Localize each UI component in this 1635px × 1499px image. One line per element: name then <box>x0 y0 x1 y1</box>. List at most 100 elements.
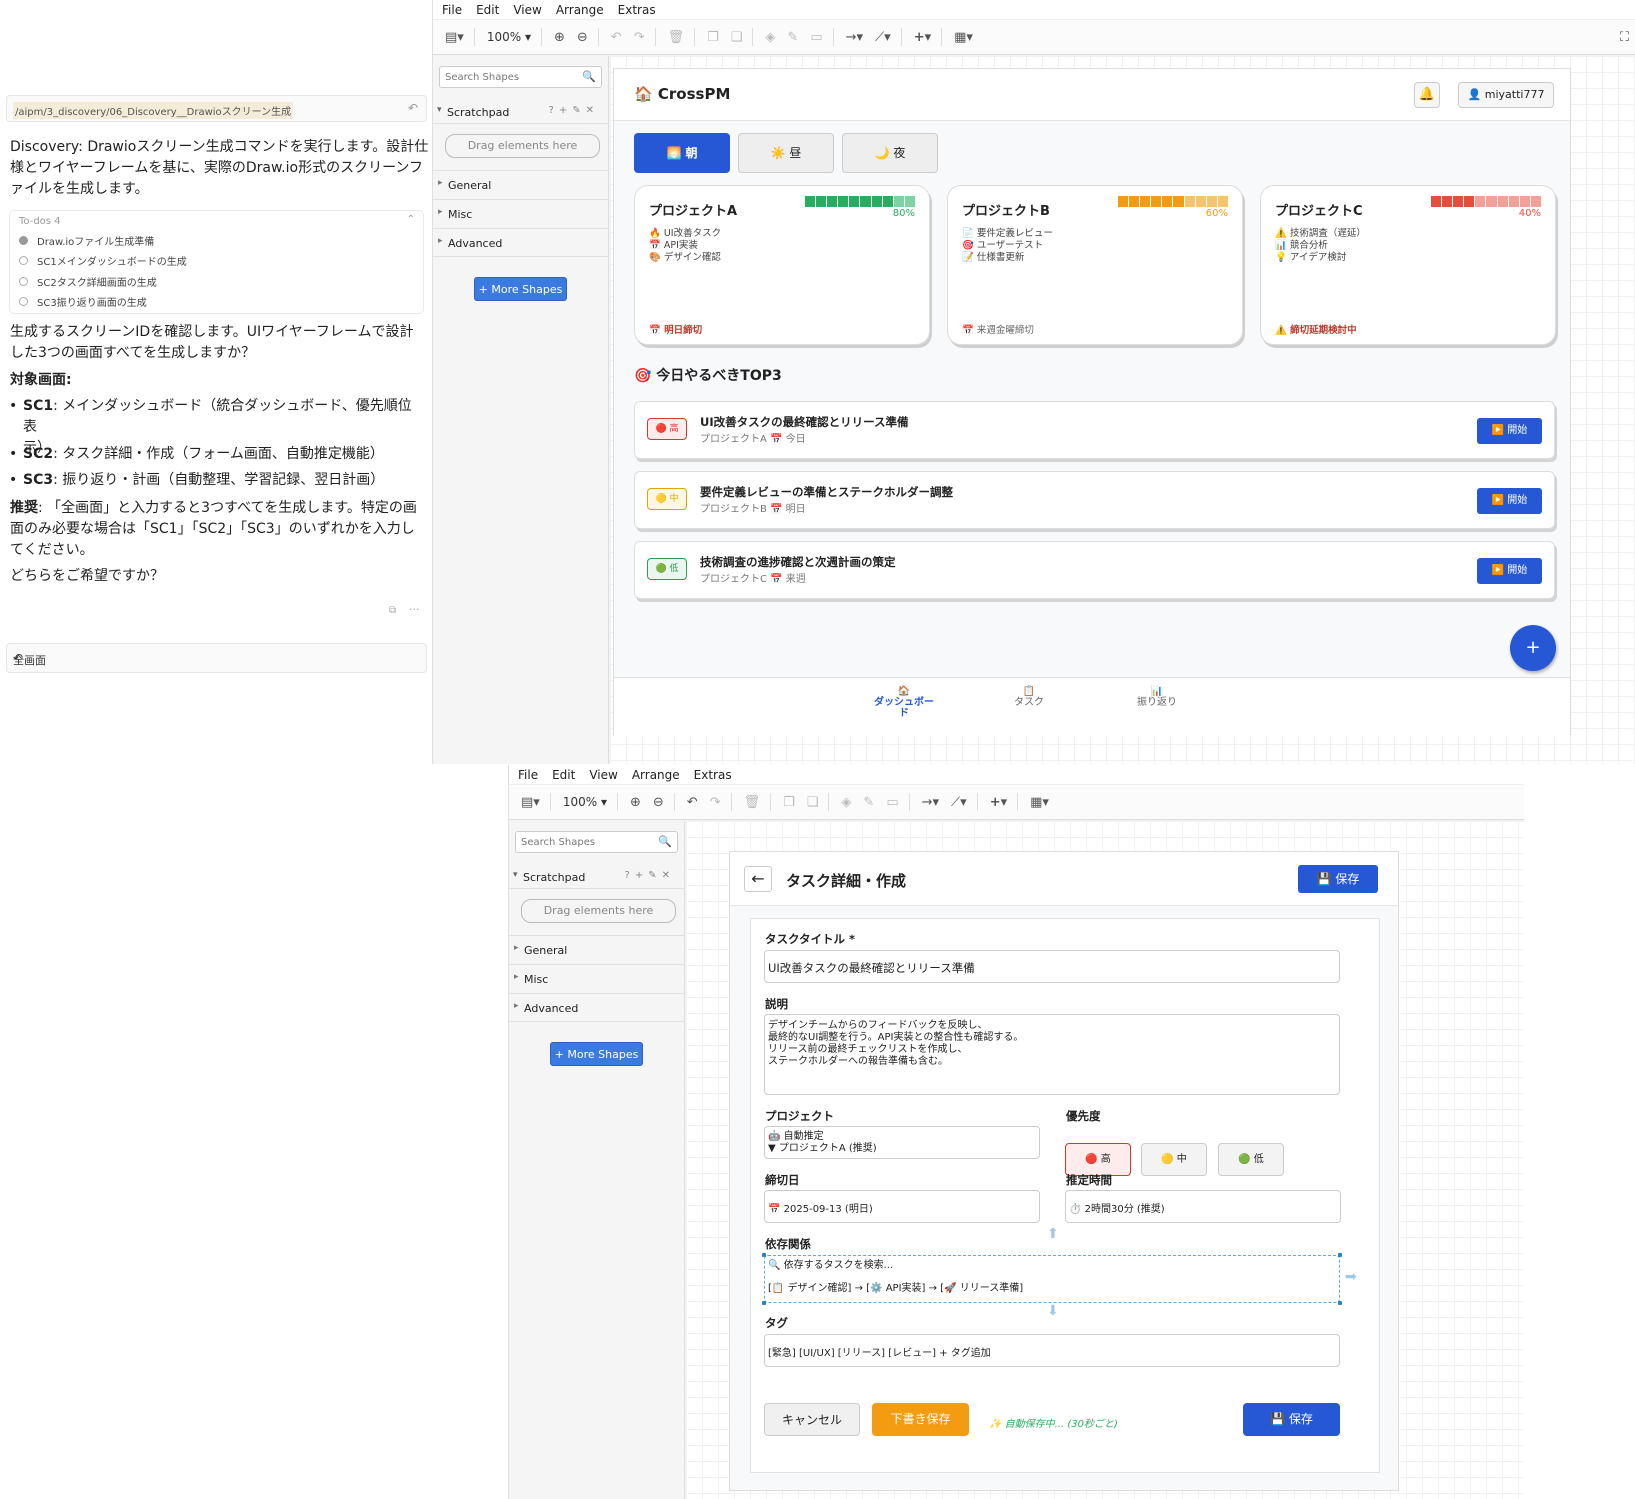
estimate-input[interactable]: ⏱️ 2時間30分 (推奨) <box>1065 1190 1341 1223</box>
redo-icon[interactable]: ↷ <box>634 30 645 45</box>
scratchpad-actions-icon[interactable]: ?+✎✕ <box>625 870 675 881</box>
undo-icon[interactable]: ↶ <box>408 101 418 115</box>
line-color-icon[interactable]: ✎ <box>863 795 874 810</box>
arrow-up-icon[interactable]: ⬆ <box>1047 1226 1059 1242</box>
waypoints-icon[interactable]: ⟋▾ <box>875 30 891 45</box>
zoom-out-icon[interactable]: ⊖ <box>653 795 664 810</box>
zoom-select[interactable]: 100% ▾ <box>563 795 607 809</box>
section-advanced[interactable]: Advanced <box>509 993 685 1022</box>
fullscreen-icon[interactable]: ⛶ <box>1620 30 1629 45</box>
redo-icon[interactable]: ↷ <box>710 795 721 810</box>
canvas[interactable]: ← タスク詳細・作成 💾 保存 タスクタイトル * UI改善タスクの最終確認とリ… <box>686 821 1524 1499</box>
selection-handle[interactable] <box>762 1301 766 1305</box>
add-fab-button[interactable]: + <box>1510 625 1556 671</box>
insert-icon[interactable]: +▾ <box>990 795 1007 810</box>
due-date-input[interactable]: 📅 2025-09-13 (明日) <box>764 1190 1040 1223</box>
title-input[interactable]: UI改善タスクの最終確認とリリース準備 <box>764 950 1340 983</box>
cancel-button[interactable]: キャンセル <box>764 1403 860 1436</box>
menu-arrange[interactable]: Arrange <box>632 768 680 782</box>
menu-extras[interactable]: Extras <box>618 3 656 17</box>
menu-view[interactable]: View <box>513 3 541 17</box>
tags-input[interactable]: [緊急] [UI/UX] [リリース] [レビュー] + タグ追加 <box>764 1334 1340 1367</box>
format-panel-icon[interactable]: ▤▾ <box>445 30 464 45</box>
copy-icon[interactable]: ⧉ <box>389 605 396 616</box>
command-path-box[interactable]: /aipm/3_discovery/06_Discovery__Drawioスク… <box>6 95 427 122</box>
arrow-right-icon[interactable]: ➡ <box>1345 1269 1357 1285</box>
selection-handle[interactable] <box>1338 1253 1342 1257</box>
to-back-icon[interactable]: ❏ <box>807 795 819 810</box>
to-front-icon[interactable]: ❐ <box>707 30 719 45</box>
more-icon[interactable]: ··· <box>409 603 420 616</box>
dependency-box[interactable]: 🔍 依存するタスクを検索... [📋 デザイン確認] → [⚙️ API実装] →… <box>764 1255 1340 1303</box>
section-general[interactable]: General <box>509 935 685 964</box>
undo-icon[interactable]: ↶ <box>687 795 698 810</box>
tab-noon[interactable]: ☀️ 昼 <box>738 133 834 173</box>
chevron-icon[interactable]: ⌃ <box>407 214 415 225</box>
delete-icon[interactable]: 🗑 <box>744 795 761 810</box>
start-button[interactable]: ▶️ 開始 <box>1477 418 1542 444</box>
zoom-in-icon[interactable]: ⊕ <box>630 795 641 810</box>
section-misc[interactable]: Misc <box>509 964 685 993</box>
selection-handle[interactable] <box>1338 1301 1342 1305</box>
tab-morning[interactable]: 🌅 朝 <box>634 133 730 173</box>
start-button[interactable]: ▶️ 開始 <box>1477 488 1542 514</box>
section-misc[interactable]: Misc <box>433 199 609 228</box>
project-card[interactable]: プロジェクトB 60% 📄 要件定義レビュー 🎯 ユーザーテスト 📝 仕様書更新 📅… <box>947 185 1243 345</box>
table-icon[interactable]: ▦▾ <box>954 30 973 45</box>
menu-edit[interactable]: Edit <box>552 768 575 782</box>
menu-view[interactable]: View <box>589 768 617 782</box>
tab-night[interactable]: 🌙 夜 <box>842 133 938 173</box>
priority-mid-button[interactable]: 🟡 中 <box>1141 1143 1207 1176</box>
bell-icon[interactable]: 🔔 <box>1414 82 1440 108</box>
line-color-icon[interactable]: ✎ <box>787 30 798 45</box>
insert-icon[interactable]: +▾ <box>914 30 931 45</box>
start-button[interactable]: ▶️ 開始 <box>1477 558 1542 584</box>
save-button-bottom[interactable]: 💾 保存 <box>1243 1403 1340 1436</box>
task-row[interactable]: 🟢 低 技術調査の進捗確認と次週計画の策定 プロジェクトC 📅 来週 ▶️ 開始 <box>634 541 1555 599</box>
undo-icon[interactable]: ↶ <box>611 30 622 45</box>
user-button[interactable]: 👤 miyatti777 <box>1458 82 1554 108</box>
task-row[interactable]: 🔴 高 UI改善タスクの最終確認とリリース準備 プロジェクトA 📅 今日 ▶️ … <box>634 401 1555 459</box>
menu-arrange[interactable]: Arrange <box>556 3 604 17</box>
draft-save-button[interactable]: 下書き保存 <box>872 1403 969 1436</box>
zoom-out-icon[interactable]: ⊖ <box>577 30 588 45</box>
nav-review[interactable]: 📊 振り返り <box>1122 686 1192 708</box>
menu-extras[interactable]: Extras <box>694 768 732 782</box>
fill-color-icon[interactable]: ◈ <box>841 795 851 810</box>
arrow-down-icon[interactable]: ⬇ <box>1047 1303 1059 1319</box>
search-shapes-input[interactable]: Search Shapes 🔍 <box>439 66 602 88</box>
menu-edit[interactable]: Edit <box>476 3 499 17</box>
priority-low-button[interactable]: 🟢 低 <box>1218 1143 1284 1176</box>
to-back-icon[interactable]: ❏ <box>731 30 743 45</box>
project-card[interactable]: プロジェクトA 80% 🔥 UI改善タスク 📅 API実装 🎨 デザイン確認 📅 明… <box>634 185 930 345</box>
drag-elements-area[interactable]: Drag elements here <box>445 134 600 158</box>
chat-input[interactable]: 全画面 ↶ <box>6 643 427 673</box>
selection-handle[interactable] <box>762 1253 766 1257</box>
desc-textarea[interactable]: デザインチームからのフィードバックを反映し、 最終的なUI調整を行う。API実装と… <box>764 1014 1340 1095</box>
undo-icon[interactable]: ↶ <box>13 651 418 665</box>
table-icon[interactable]: ▦▾ <box>1030 795 1049 810</box>
connection-icon[interactable]: →▾ <box>846 30 863 45</box>
nav-dashboard[interactable]: 🏠 ダッシュボード <box>869 686 939 719</box>
more-shapes-button[interactable]: + More Shapes <box>550 1042 643 1066</box>
to-front-icon[interactable]: ❐ <box>783 795 795 810</box>
fill-color-icon[interactable]: ◈ <box>765 30 775 45</box>
search-shapes-input[interactable]: Search Shapes 🔍 <box>515 831 678 853</box>
back-arrow-icon[interactable]: ← <box>744 866 772 892</box>
task-row[interactable]: 🟡 中 要件定義レビューの準備とステークホルダー調整 プロジェクトB 📅 明日 … <box>634 471 1555 529</box>
project-card[interactable]: プロジェクトC 40% ⚠️ 技術調査（遅延） 📊 競合分析 💡 アイデア検討 ⚠️… <box>1260 185 1556 345</box>
canvas[interactable]: 🏠 CrossPM 🔔 👤 miyatti777 🌅 朝 ☀️ 昼 🌙 夜 プロ… <box>610 56 1635 764</box>
menu-file[interactable]: File <box>442 3 462 17</box>
format-panel-icon[interactable]: ▤▾ <box>521 795 540 810</box>
nav-tasks[interactable]: 📋 タスク <box>994 686 1064 708</box>
project-select[interactable]: 🤖 自動推定 ▼ プロジェクトA (推奨) <box>764 1126 1040 1159</box>
section-general[interactable]: General <box>433 170 609 199</box>
shadow-icon[interactable]: ▭ <box>810 30 822 45</box>
more-shapes-button[interactable]: + More Shapes <box>474 277 567 301</box>
save-button-top[interactable]: 💾 保存 <box>1298 865 1378 893</box>
shadow-icon[interactable]: ▭ <box>886 795 898 810</box>
drag-elements-area[interactable]: Drag elements here <box>521 899 676 923</box>
delete-icon[interactable]: 🗑 <box>668 30 685 45</box>
section-advanced[interactable]: Advanced <box>433 228 609 257</box>
connection-icon[interactable]: →▾ <box>922 795 939 810</box>
